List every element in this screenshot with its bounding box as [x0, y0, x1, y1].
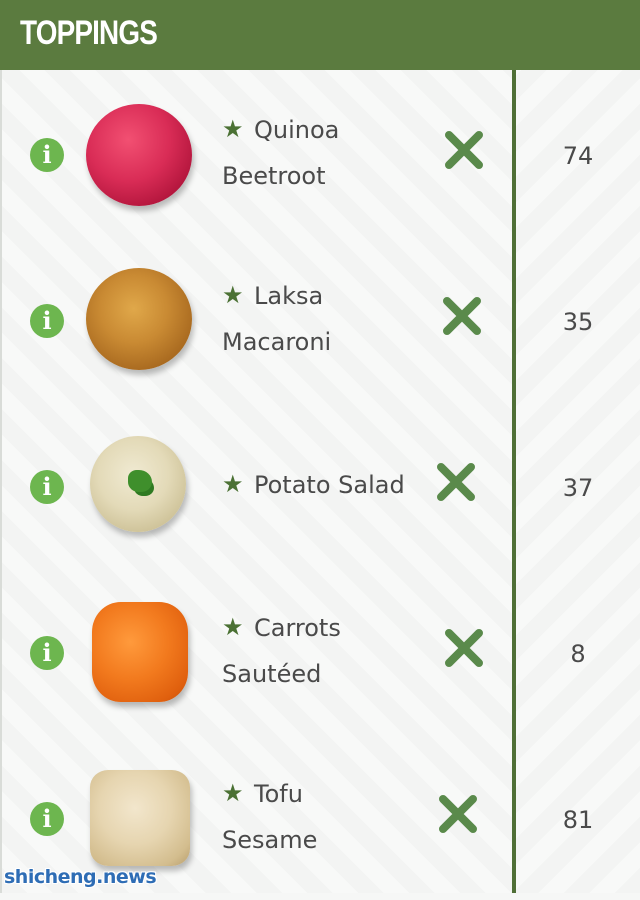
item-name: Tofu [254, 780, 303, 808]
list-item-potato-salad: i ★ Potato Salad 37 [0, 402, 640, 568]
beetroot-quinoa-image [86, 104, 192, 206]
list-item-carrots-sauteed: i ★ Carrots Sautéed 8 [0, 568, 640, 734]
page-title: TOPPINGS [20, 14, 158, 52]
laksa-macaroni-image [86, 268, 192, 370]
item-subtitle: Macaroni [222, 328, 332, 356]
item-name: Quinoa [254, 116, 340, 144]
item-subtitle: Sesame [222, 826, 318, 854]
info-icon[interactable]: i [30, 802, 64, 836]
close-icon[interactable] [436, 462, 476, 502]
close-icon[interactable] [444, 628, 484, 668]
info-icon[interactable]: i [30, 138, 64, 172]
list-item-laksa-macaroni: i ★ Laksa Macaroni 35 [0, 236, 640, 402]
item-subtitle: Beetroot [222, 162, 326, 190]
star-icon: ★ [222, 115, 244, 143]
item-subtitle: Sautéed [222, 660, 322, 688]
close-icon[interactable] [442, 296, 482, 336]
star-icon: ★ [222, 613, 244, 641]
item-quantity[interactable]: 37 [540, 474, 616, 502]
watermark: shicheng.news [4, 866, 157, 888]
sesame-tofu-image [90, 770, 190, 866]
item-quantity[interactable]: 81 [540, 806, 616, 834]
star-icon: ★ [222, 281, 244, 309]
info-icon[interactable]: i [30, 470, 64, 504]
info-icon[interactable]: i [30, 304, 64, 338]
star-icon: ★ [222, 779, 244, 807]
item-name: Potato Salad [254, 471, 405, 499]
info-icon[interactable]: i [30, 636, 64, 670]
close-icon[interactable] [444, 130, 484, 170]
item-name: Laksa [254, 282, 324, 310]
toppings-header: TOPPINGS [0, 0, 640, 72]
parsley-garnish [128, 470, 152, 492]
close-icon[interactable] [438, 794, 478, 834]
item-quantity[interactable]: 8 [540, 640, 616, 668]
item-quantity[interactable]: 35 [540, 308, 616, 336]
item-name: Carrots [254, 614, 341, 642]
sauteed-carrots-image [92, 602, 188, 702]
item-quantity[interactable]: 74 [540, 142, 616, 170]
list-item-quinoa-beetroot: i ★ Quinoa Beetroot 74 [0, 70, 640, 236]
star-icon: ★ [222, 470, 244, 498]
